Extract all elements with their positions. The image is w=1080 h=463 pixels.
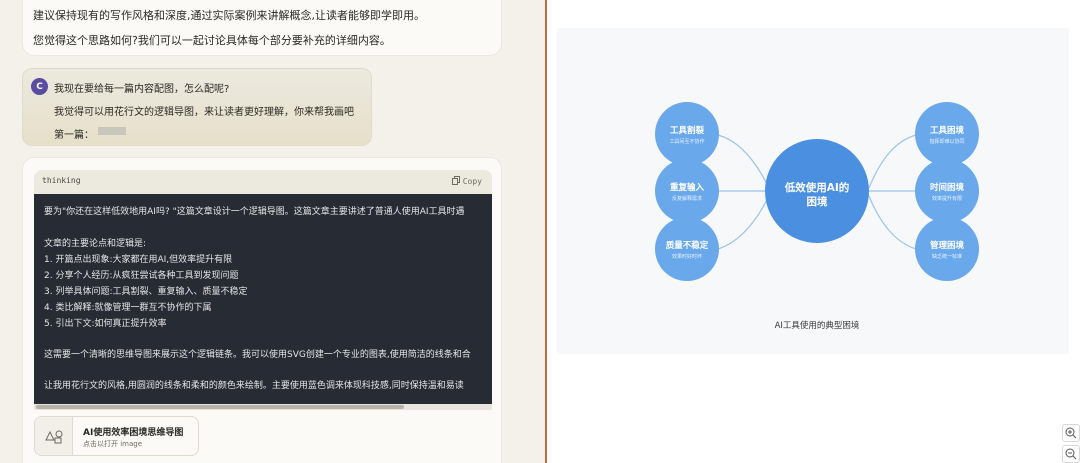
artifact-card[interactable]: AI使用效率困境思维导图 点击以打开 image: [34, 416, 199, 456]
assistant-message: thinking Copy 要为"你还在这样低效地用AI吗? "这篇文章设计一个…: [22, 157, 502, 463]
node-repeated-input: 重复输入 反复解释需求: [655, 159, 719, 223]
copy-label: Copy: [462, 177, 482, 186]
connector-left-bottom: [717, 195, 770, 250]
center-node-line2: 困境: [807, 195, 828, 208]
chat-pane: 建议保持现有的写作风格和深度,通过实际案例来讲解概念,让读者能够即学即用。 您觉…: [0, 0, 545, 463]
node-title: 重复输入: [670, 182, 705, 193]
scrollbar-thumb[interactable]: [36, 405, 404, 409]
artifact-title: AI使用效率困境思维导图: [83, 428, 184, 438]
mind-map-diagram: 低效使用AI的 困境 工具割裂 工具间互不协作 重复输入 反复解释需求 质量不稳…: [655, 102, 979, 331]
message-text-line: 建议保持现有的写作风格和深度,通过实际案例来讲解概念,让读者能够即学即用。: [33, 9, 425, 22]
node-tool-fragmentation: 工具割裂 工具间互不协作: [655, 102, 719, 166]
connector-right-top: [868, 134, 917, 189]
diagram-caption: AI工具使用的典型困境: [775, 320, 860, 331]
user-avatar: C: [31, 78, 48, 95]
horizontal-scrollbar[interactable]: [34, 404, 492, 410]
copy-icon: [451, 176, 460, 185]
code-line: 2. 分享个人经历:从疯狂尝试各种工具到发现问题: [44, 271, 239, 281]
code-language-label: thinking: [42, 176, 81, 185]
redacted-text: [98, 127, 126, 135]
node-management-dilemma: 管理困境 缺乏统一标准: [915, 217, 979, 281]
artifact-subtitle: 点击以打开 image: [83, 440, 143, 448]
user-message: C 我现在要给每一篇内容配图，怎么配呢? 我觉得可以用花行文的逻辑导图，来让读者…: [22, 68, 372, 146]
node-title: 工具割裂: [670, 125, 705, 136]
preview-pane: 低效使用AI的 困境 工具割裂 工具间互不协作 重复输入 反复解释需求 质量不稳…: [547, 0, 1080, 463]
node-subtitle: 效率提升有限: [932, 195, 962, 202]
zoom-out-button[interactable]: [1062, 445, 1080, 463]
node-subtitle: 工具间互不协作: [669, 138, 704, 145]
code-line: 4. 类比解释:就像管理一群互不协作的下属: [44, 303, 212, 313]
copy-button[interactable]: Copy: [451, 176, 482, 186]
user-message-line: 第一篇：: [54, 130, 94, 141]
node-subtitle: 指挥却难以协同: [929, 138, 964, 145]
center-node: 低效使用AI的 困境: [765, 139, 869, 243]
center-node-line1: 低效使用AI的: [784, 181, 850, 194]
node-title: 质量不稳定: [666, 240, 709, 251]
connector-left-top: [717, 134, 770, 189]
code-block-body: 要为"你还在这样低效地用AI吗? "这篇文章设计一个逻辑导图。这篇文章主要讲述了…: [34, 194, 492, 404]
node-title: 工具困境: [930, 125, 965, 136]
node-subtitle: 缺乏统一标准: [932, 253, 962, 260]
zoom-in-button[interactable]: [1062, 424, 1080, 442]
node-title: 管理困境: [930, 240, 965, 251]
node-unstable-quality: 质量不稳定 效果时好时坏: [655, 217, 719, 281]
code-block-header: thinking Copy: [34, 170, 492, 194]
node-subtitle: 反复解释需求: [672, 195, 702, 202]
artifact-icon-box: [35, 417, 73, 455]
code-line: 让我用花行文的风格,用圆润的线条和柔和的颜色来绘制。主要使用蓝色调来体现科技感,…: [44, 381, 464, 391]
zoom-in-icon: [1065, 427, 1077, 439]
user-message-line: 我现在要给每一篇内容配图，怎么配呢?: [54, 84, 230, 95]
assistant-message-previous: 建议保持现有的写作风格和深度,通过实际案例来讲解概念,让读者能够即学即用。 您觉…: [22, 0, 502, 56]
connector-right-bottom: [868, 195, 917, 250]
code-line: 3. 列举具体问题:工具割裂、重复输入、质量不稳定: [44, 287, 248, 297]
code-line: 文章的主要论点和逻辑是:: [44, 239, 147, 249]
zoom-out-icon: [1065, 448, 1077, 460]
node-time-dilemma: 时间困境 效率提升有限: [915, 159, 979, 223]
diagram-canvas: 低效使用AI的 困境 工具割裂 工具间互不协作 重复输入 反复解释需求 质量不稳…: [557, 28, 1069, 354]
code-line: 要为"你还在这样低效地用AI吗? "这篇文章设计一个逻辑导图。这篇文章主要讲述了…: [44, 207, 465, 217]
node-tool-dilemma: 工具困境 指挥却难以协同: [915, 102, 979, 166]
user-message-line: 我觉得可以用花行文的逻辑导图，来让读者更好理解，你来帮我画吧: [54, 107, 354, 118]
shapes-icon: [45, 430, 63, 444]
code-line: 5. 引出下文:如何真正提升效率: [44, 319, 167, 329]
code-line: 这需要一个清晰的思维导图来展示这个逻辑链条。我可以使用SVG创建一个专业的图表,…: [44, 350, 471, 360]
message-text-line: 您觉得这个思路如何?我们可以一起讨论具体每个部分要补充的详细内容。: [33, 34, 391, 47]
code-line: 1. 开篇点出现象:大家都在用AI,但效率提升有限: [44, 255, 233, 265]
node-subtitle: 效果时好时坏: [672, 253, 702, 260]
node-title: 时间困境: [930, 182, 965, 193]
